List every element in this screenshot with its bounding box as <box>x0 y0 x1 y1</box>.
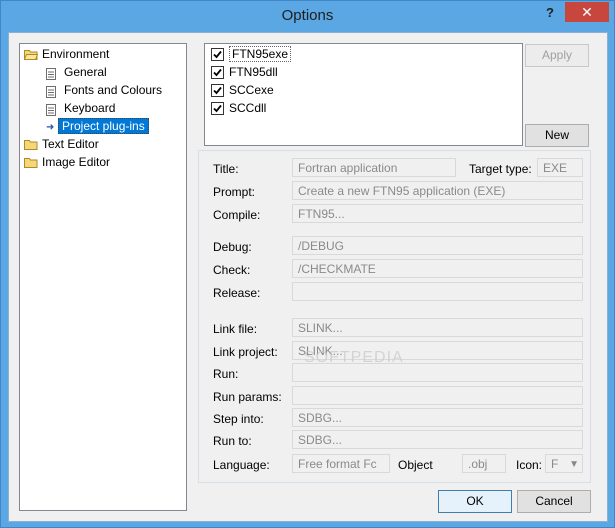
ok-button[interactable]: OK <box>438 490 512 513</box>
compile-field[interactable]: FTN95... <box>292 204 583 223</box>
dialog-title: Options <box>281 7 334 24</box>
run-params-field[interactable] <box>292 386 583 405</box>
tree-item-text-editor[interactable]: Text Editor <box>24 136 99 153</box>
language-select[interactable]: Free format Fc <box>292 454 390 473</box>
plugin-item[interactable]: SCCdll <box>211 100 266 117</box>
release-field[interactable] <box>292 282 583 301</box>
link-project-label: Link project: <box>213 345 278 359</box>
plugin-list[interactable]: FTN95exe FTN95dll SCCexe SCCdll <box>204 43 523 146</box>
close-button[interactable]: ✕ <box>565 2 609 22</box>
tree-item-fonts[interactable]: Fonts and Colours <box>46 82 162 99</box>
checkbox[interactable] <box>211 48 224 62</box>
debug-field[interactable]: /DEBUG <box>292 236 583 255</box>
compile-label: Compile: <box>213 208 261 222</box>
dialog-body: Environment General Fonts and Colours Ke… <box>8 32 608 522</box>
debug-label: Debug: <box>213 240 252 254</box>
watermark: SOFTPEDIA <box>304 349 404 366</box>
icon-value: F <box>551 457 559 471</box>
object-label: Object <box>398 458 433 472</box>
checkbox[interactable] <box>211 84 224 98</box>
release-label: Release: <box>213 286 261 300</box>
new-button[interactable]: New <box>525 124 589 147</box>
link-file-label: Link file: <box>213 322 258 336</box>
plugin-item[interactable]: FTN95dll <box>211 64 278 81</box>
tree-item-label: Fonts and Colours <box>64 83 163 97</box>
title-field[interactable]: Fortran application <box>292 158 456 177</box>
apply-button[interactable]: Apply <box>525 44 589 67</box>
icon-select[interactable]: F ▼ <box>545 454 583 473</box>
step-into-label: Step into: <box>213 412 264 426</box>
tree-item-environment[interactable]: Environment <box>24 46 109 63</box>
run-label: Run: <box>213 367 239 381</box>
open-folder-icon <box>24 49 38 60</box>
checkbox[interactable] <box>211 102 224 116</box>
object-field[interactable]: .obj <box>462 454 506 473</box>
tree-item-general[interactable]: General <box>46 64 107 81</box>
run-to-label: Run to: <box>213 434 252 448</box>
tree-item-label: General <box>64 65 107 79</box>
prompt-label: Prompt: <box>213 185 256 199</box>
help-button[interactable]: ? <box>539 3 561 23</box>
tree-item-label: Keyboard <box>64 101 116 115</box>
title-label: Title: <box>213 162 239 176</box>
cancel-button[interactable]: Cancel <box>517 490 591 513</box>
target-type-label: Target type: <box>469 162 532 176</box>
plugin-label: SCCexe <box>229 83 274 97</box>
document-icon <box>46 85 60 98</box>
check-field[interactable]: /CHECKMATE <box>292 259 583 278</box>
chevron-down-icon: ▼ <box>569 459 579 470</box>
checkbox[interactable] <box>211 66 224 80</box>
folder-icon <box>24 157 38 168</box>
tree-item-label: Image Editor <box>42 155 111 169</box>
tree-item-label: Environment <box>42 47 110 61</box>
plugin-label: FTN95dll <box>229 65 278 79</box>
document-icon <box>46 103 60 116</box>
tree-item-label: Text Editor <box>42 137 99 151</box>
language-label: Language: <box>213 458 270 472</box>
icon-label: Icon: <box>516 458 543 472</box>
document-icon <box>46 67 60 80</box>
tree-item-label: Project plug-ins <box>58 118 149 134</box>
target-type-field[interactable]: EXE <box>537 158 583 177</box>
folder-icon <box>24 139 38 150</box>
link-file-field[interactable]: SLINK... <box>292 318 583 337</box>
run-params-label: Run params: <box>213 390 282 404</box>
tree-item-keyboard[interactable]: Keyboard <box>46 100 115 117</box>
plugin-item[interactable]: FTN95exe <box>211 46 292 63</box>
title-bar[interactable]: Options ? ✕ <box>1 1 614 31</box>
run-to-field[interactable]: SDBG... <box>292 430 583 449</box>
prompt-field[interactable]: Create a new FTN95 application (EXE) <box>292 181 583 200</box>
step-into-field[interactable]: SDBG... <box>292 408 583 427</box>
tree-item-image-editor[interactable]: Image Editor <box>24 154 110 171</box>
plugin-label: FTN95exe <box>229 46 292 62</box>
category-tree[interactable]: Environment General Fonts and Colours Ke… <box>19 43 187 511</box>
check-label: Check: <box>213 263 251 277</box>
plugin-item[interactable]: SCCexe <box>211 82 274 99</box>
arrow-icon: ➜ <box>46 122 55 133</box>
plugin-label: SCCdll <box>229 101 267 115</box>
plugin-details-panel: Title: Fortran application Target type: … <box>198 150 591 483</box>
tree-item-project-plugins[interactable]: ➜ Project plug-ins <box>46 118 149 135</box>
options-dialog: Options ? ✕ Environment General Fonts an… <box>0 0 615 528</box>
language-value: Free format Fc <box>298 457 377 471</box>
